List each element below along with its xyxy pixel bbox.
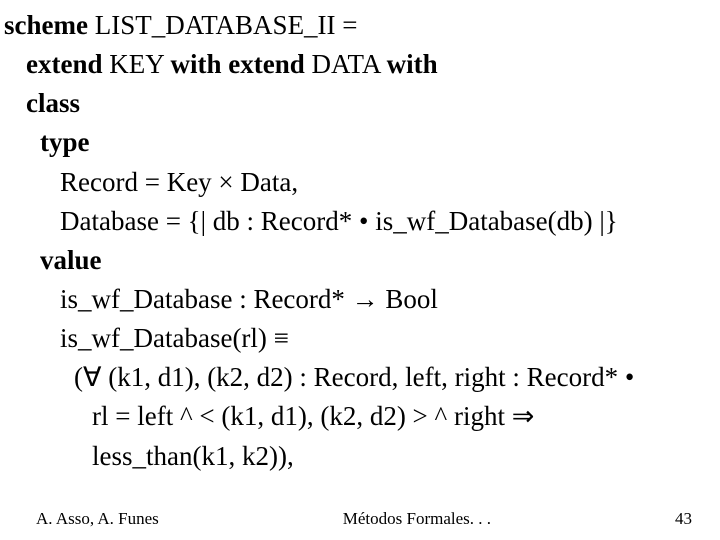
code-line-8: is_wf_Database : Record* → Bool: [4, 280, 712, 319]
footer-title: Métodos Formales. . .: [343, 507, 491, 532]
kw-extend-2: extend: [228, 49, 305, 79]
kw-extend-1: extend: [26, 49, 103, 79]
kw-value: value: [4, 241, 712, 280]
l2e: DATA: [305, 49, 387, 79]
code-line-6: Database = {| db : Record* • is_wf_Datab…: [4, 202, 712, 241]
code-line-11: rl = left ^ < (k1, d1), (k2, d2) > ^ rig…: [4, 397, 712, 436]
code-line-2: extend KEY with extend DATA with: [4, 45, 712, 84]
footer-authors: A. Asso, A. Funes: [36, 507, 159, 532]
code-line-12: less_than(k1, k2)),: [4, 437, 712, 476]
kw-class: class: [4, 84, 712, 123]
code-line-5: Record = Key × Data,: [4, 163, 712, 202]
kw-with-1: with: [171, 49, 229, 79]
kw-scheme: scheme: [4, 10, 88, 40]
code-line-1: scheme LIST_DATABASE_II =: [4, 6, 712, 45]
l1-rest: LIST_DATABASE_II =: [88, 10, 358, 40]
code-line-9: is_wf_Database(rl) ≡: [4, 319, 712, 358]
page-number: 43: [675, 507, 692, 532]
kw-type: type: [4, 123, 712, 162]
code-line-10: (∀ (k1, d1), (k2, d2) : Record, left, ri…: [4, 358, 712, 397]
slide: scheme LIST_DATABASE_II = extend KEY wit…: [0, 0, 720, 540]
footer: A. Asso, A. Funes Métodos Formales. . . …: [0, 507, 720, 532]
kw-with-2: with: [387, 49, 438, 79]
l2b: KEY: [103, 49, 171, 79]
